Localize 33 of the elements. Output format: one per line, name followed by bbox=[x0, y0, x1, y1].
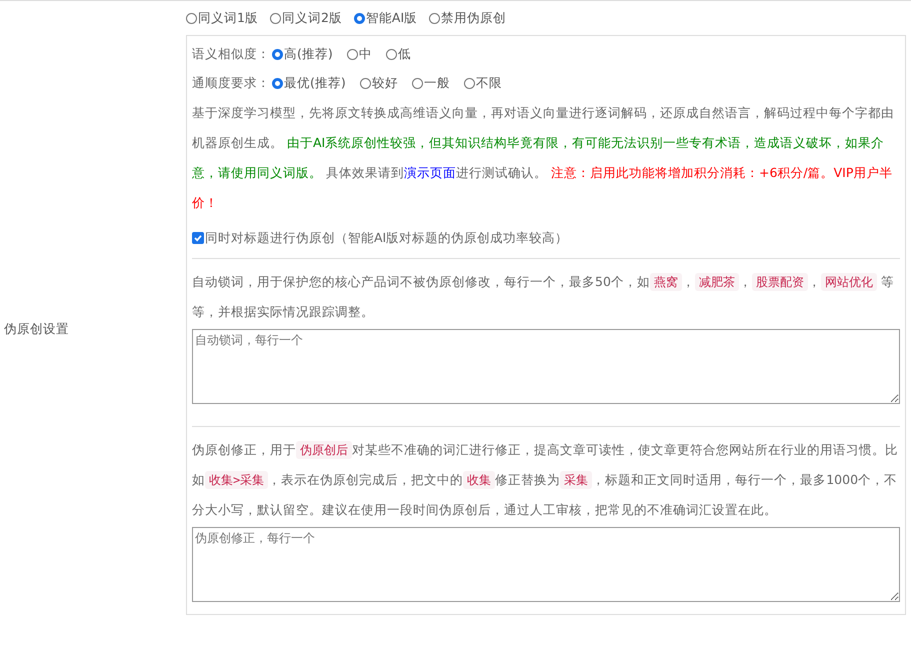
option-radio[interactable]: 中 bbox=[346, 46, 372, 63]
checkbox-icon[interactable] bbox=[192, 232, 204, 244]
radio-icon[interactable] bbox=[464, 78, 475, 89]
radio-icon[interactable] bbox=[272, 49, 283, 60]
mode-radio[interactable]: 智能AI版 bbox=[354, 10, 418, 26]
radio-icon[interactable] bbox=[386, 49, 397, 60]
option-radio[interactable]: 高(推荐) bbox=[272, 46, 333, 63]
option-radio[interactable]: 不限 bbox=[464, 75, 502, 92]
option-radio[interactable]: 最优(推荐) bbox=[272, 75, 346, 92]
section-label: 伪原创设置 bbox=[4, 321, 69, 338]
lock-words-field[interactable]: 自动锁词，每行一个 bbox=[192, 329, 900, 404]
radio-icon[interactable] bbox=[429, 12, 440, 24]
lock-words-description: 自动锁词，用于保护您的核心产品词不被伪原创修改，每行一个，最多50个，如 燕窝 ， 减肥茶 ， 股票配资 ， 网站优化 等等，并根据实际情况跟踪调整。 bbox=[192, 272, 895, 321]
mode-radio[interactable]: 禁用伪原创 bbox=[429, 10, 506, 26]
option-label: 通顺度要求： bbox=[192, 75, 270, 92]
ai-description: 基于深度学习模型，先将原文转换成高维语义向量，再对语义向量进行逐词解码，还原成自然语言，解码过程中每个字都由机器原创生成。 由于AI系统原创性较强，但其知识结构毕竟有限，有可能无法识别一些专有术语，造成语义破坏，如果介意，请使用同义词版。 具体效果请到演示页面进行测试确认。 注意：启用此功能将增加积分消耗：+6积分/篇。VIP用户半价！ bbox=[192, 104, 895, 212]
option-label: 语义相似度： bbox=[192, 46, 270, 63]
option-radio[interactable]: 一般 bbox=[412, 75, 450, 92]
radio-icon[interactable] bbox=[354, 12, 365, 24]
mode-radio[interactable]: 同义词1版 bbox=[186, 10, 258, 26]
radio-icon[interactable] bbox=[360, 78, 371, 89]
demo-link[interactable]: 演示页面 bbox=[404, 165, 456, 180]
radio-icon[interactable] bbox=[272, 78, 283, 89]
radio-icon[interactable] bbox=[412, 78, 423, 89]
radio-icon[interactable] bbox=[346, 49, 358, 60]
option-radio[interactable]: 低 bbox=[386, 46, 411, 63]
corrections-field[interactable]: 伪原创修正，每行一个 bbox=[192, 527, 900, 602]
radio-icon[interactable] bbox=[270, 12, 281, 24]
radio-icon[interactable] bbox=[186, 12, 197, 24]
mode-radio[interactable]: 同义词2版 bbox=[270, 10, 342, 26]
corrections-description: 伪原创修正，用于 伪原创后 对某些不准确的词汇进行修正，提高文章可读性，使文章更符合您网站所在行业的用语习惯。比如 收集>采集 ，表示在伪原创完成后，把文中的 收集 修正替换为 采集 ，标题和正文同时适用，每行一个，最多1000个，不分大小写，默认留空。建议在使用一段时间伪原创后，通过人工审核，把常见的不准确词汇设置在此。 bbox=[192, 440, 899, 519]
title-checkbox[interactable]: 同时对标题进行伪原创（智能AI版对标题的伪原创成功率较高） bbox=[192, 230, 568, 246]
option-radio[interactable]: 较好 bbox=[360, 75, 398, 92]
